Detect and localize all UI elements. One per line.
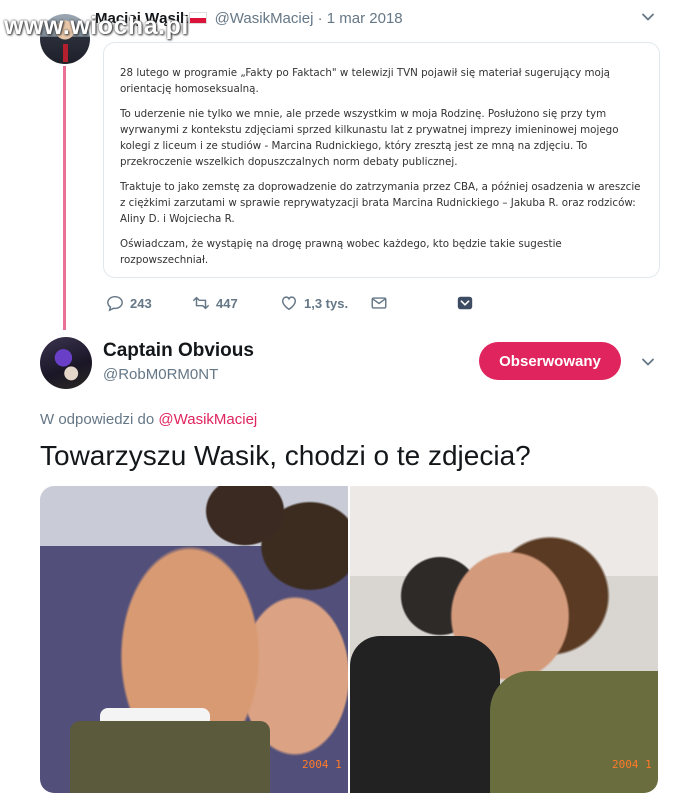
chevron-down-icon[interactable] bbox=[641, 355, 655, 374]
retweet-button[interactable]: 447 bbox=[192, 294, 280, 312]
in-reply-to: W odpowiedzi do @WasikMaciej bbox=[40, 411, 257, 428]
author-name[interactable]: Captain Obvious bbox=[103, 340, 254, 362]
save-button[interactable] bbox=[456, 294, 474, 312]
in-reply-prefix: W odpowiedzi do bbox=[40, 411, 155, 428]
watermark: www.wiocha.pl bbox=[4, 12, 189, 40]
photo-detail bbox=[70, 721, 270, 793]
avatar[interactable] bbox=[40, 337, 92, 389]
photo-date-stamp: 2004 1 bbox=[612, 758, 652, 771]
separator: · bbox=[317, 10, 323, 27]
retweet-count: 447 bbox=[216, 295, 238, 311]
statement-paragraph: Traktuje to jako zemstę za doprowadzenie… bbox=[120, 181, 641, 225]
author-handle[interactable]: @WasikMaciej bbox=[215, 10, 314, 27]
chevron-down-icon[interactable] bbox=[641, 10, 655, 29]
direct-message-button[interactable] bbox=[370, 294, 456, 312]
tweet-date[interactable]: 1 mar 2018 bbox=[327, 10, 403, 27]
mention-link[interactable]: @WasikMaciej bbox=[158, 411, 257, 428]
reply-button[interactable]: 243 bbox=[106, 294, 192, 312]
statement-image[interactable]: 28 lutego w programie „Fakty po Faktach"… bbox=[103, 42, 660, 278]
avatar-tie bbox=[63, 44, 68, 62]
retweet-icon bbox=[193, 296, 209, 310]
statement-paragraph: Oświadczam, że wystąpię na drogę prawną … bbox=[120, 238, 562, 266]
tweet-photo[interactable]: 2004 1 bbox=[350, 486, 658, 793]
photo-detail bbox=[490, 671, 658, 793]
like-count: 1,3 tys. bbox=[304, 295, 349, 311]
photo-date-stamp: 2004 1 bbox=[302, 758, 342, 771]
tweet-text: Towarzyszu Wasik, chodzi o te zdjecia? bbox=[40, 440, 531, 471]
message-icon bbox=[371, 297, 387, 309]
reply-icon bbox=[107, 295, 123, 312]
save-icon bbox=[457, 296, 473, 310]
tweet-photo[interactable]: 2004 1 bbox=[40, 486, 348, 793]
poland-flag-icon bbox=[189, 12, 208, 24]
tweet-actions: 243 447 1,3 tys. bbox=[106, 292, 474, 314]
following-button[interactable]: Obserwowany bbox=[479, 342, 621, 380]
like-button[interactable]: 1,3 tys. bbox=[280, 294, 370, 312]
photo-detail bbox=[350, 636, 500, 793]
reply-count: 243 bbox=[130, 295, 152, 311]
like-icon bbox=[281, 296, 297, 311]
statement-paragraph: To uderzenie nie tylko we mnie, ale prze… bbox=[120, 108, 619, 168]
author-handle[interactable]: @RobM0RM0NT bbox=[103, 366, 218, 383]
statement-paragraph: 28 lutego w programie „Fakty po Faktach"… bbox=[120, 67, 610, 95]
thread-line bbox=[63, 66, 66, 330]
